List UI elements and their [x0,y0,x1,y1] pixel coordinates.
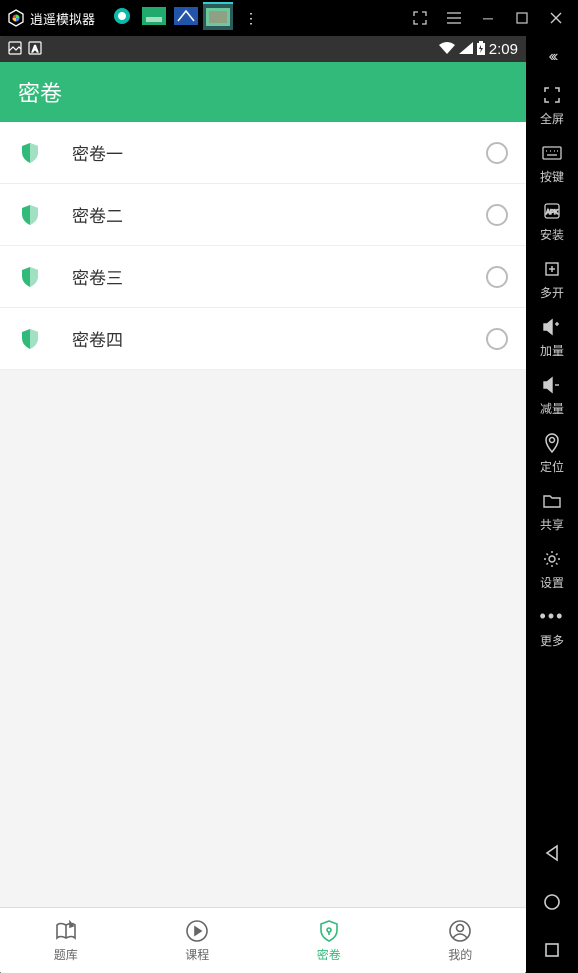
sidebar-multi[interactable]: 多开 [526,250,578,308]
emulator-titlebar: 逍遥模拟器 ⋮ ─ [0,0,578,36]
sidebar-volume-up[interactable]: 加量 [526,308,578,366]
list-item[interactable]: 密卷二 [0,184,526,246]
location-icon [541,432,563,454]
more-apps-icon[interactable]: ⋮ [235,2,267,34]
emulator-logo-icon [6,8,26,28]
sidebar-location[interactable]: 定位 [526,424,578,482]
taskbar-app-1[interactable] [107,2,137,30]
collapse-sidebar-icon[interactable]: ‹‹‹ [549,48,556,66]
sidebar-label: 按键 [540,168,564,185]
sidebar-more[interactable]: ••• 更多 [526,598,578,656]
sidebar-fullscreen[interactable]: 全屏 [526,76,578,134]
radio-indicator [486,142,508,164]
status-time: 2:09 [489,41,518,58]
nav-questions[interactable]: 题库 [0,908,132,973]
taskbar-app-3[interactable] [171,2,201,30]
user-icon [447,918,473,944]
item-label: 密卷一 [72,140,486,165]
taskbar-icons: ⋮ [107,2,267,34]
sidebar-volume-down[interactable]: 减量 [526,366,578,424]
nav-label: 课程 [185,946,209,963]
taskbar-app-4[interactable] [203,2,233,30]
radio-indicator [486,328,508,350]
emulator-title: 逍遥模拟器 [30,9,95,28]
nav-profile[interactable]: 我的 [395,908,527,973]
fullscreen-window-icon[interactable] [404,2,436,34]
multi-instance-icon [541,258,563,280]
fullscreen-icon [541,84,563,106]
svg-text:A: A [32,44,38,54]
emulator-sidebar: ‹‹‹ 全屏 按键 APK 安装 多开 加量 减量 定位 [526,36,578,973]
list-item[interactable]: 密卷四 [0,308,526,370]
nav-label: 题库 [54,946,78,963]
sidebar-label: 安装 [540,226,564,243]
battery-icon [477,41,485,58]
sidebar-label: 定位 [540,458,564,475]
sidebar-label: 减量 [540,400,564,417]
list-container: 密卷一 密卷二 密卷三 密卷四 [0,122,526,907]
android-back-icon[interactable] [543,844,561,867]
sidebar-label: 共享 [540,516,564,533]
signal-icon [459,42,473,57]
wifi-icon [439,42,455,57]
bottom-nav: 题库 课程 密卷 我的 [0,907,526,973]
sidebar-label: 加量 [540,342,564,359]
nav-label: 我的 [448,946,472,963]
shield-icon [18,265,42,289]
phone-screen: A 2:09 密卷 密卷一 密卷二 [0,36,526,973]
nav-courses[interactable]: 课程 [132,908,264,973]
menu-icon[interactable] [438,2,470,34]
android-recent-icon[interactable] [544,942,560,963]
play-icon [184,918,210,944]
item-label: 密卷四 [72,326,486,351]
more-icon: ••• [541,606,563,628]
keyboard-icon [541,142,563,164]
volume-down-icon [541,374,563,396]
minimize-icon[interactable]: ─ [472,2,504,34]
page-title: 密卷 [18,76,62,108]
image-icon [8,41,22,58]
item-label: 密卷三 [72,264,486,289]
list-item[interactable]: 密卷三 [0,246,526,308]
taskbar-app-2[interactable] [139,2,169,30]
volume-up-icon [541,316,563,338]
close-icon[interactable] [540,2,572,34]
apk-icon: APK [541,200,563,222]
shield-icon [18,141,42,165]
maximize-icon[interactable] [506,2,538,34]
sidebar-keymap[interactable]: 按键 [526,134,578,192]
app-header: 密卷 [0,62,526,122]
sidebar-install[interactable]: APK 安装 [526,192,578,250]
sidebar-label: 更多 [540,632,564,649]
android-status-bar: A 2:09 [0,36,526,62]
sidebar-label: 设置 [540,574,564,591]
sidebar-share[interactable]: 共享 [526,482,578,540]
item-label: 密卷二 [72,202,486,227]
sidebar-label: 多开 [540,284,564,301]
sidebar-settings[interactable]: 设置 [526,540,578,598]
list-item[interactable]: 密卷一 [0,122,526,184]
radio-indicator [486,266,508,288]
sidebar-label: 全屏 [540,110,564,127]
shield-icon [18,327,42,351]
folder-icon [541,490,563,512]
radio-indicator [486,204,508,226]
shield-lock-icon [316,918,342,944]
shield-icon [18,203,42,227]
gear-icon [541,548,563,570]
book-icon [53,918,79,944]
svg-text:APK: APK [546,210,558,216]
android-home-icon[interactable] [543,893,561,916]
a-icon: A [28,41,42,58]
nav-label: 密卷 [317,946,341,963]
nav-secret[interactable]: 密卷 [263,908,395,973]
